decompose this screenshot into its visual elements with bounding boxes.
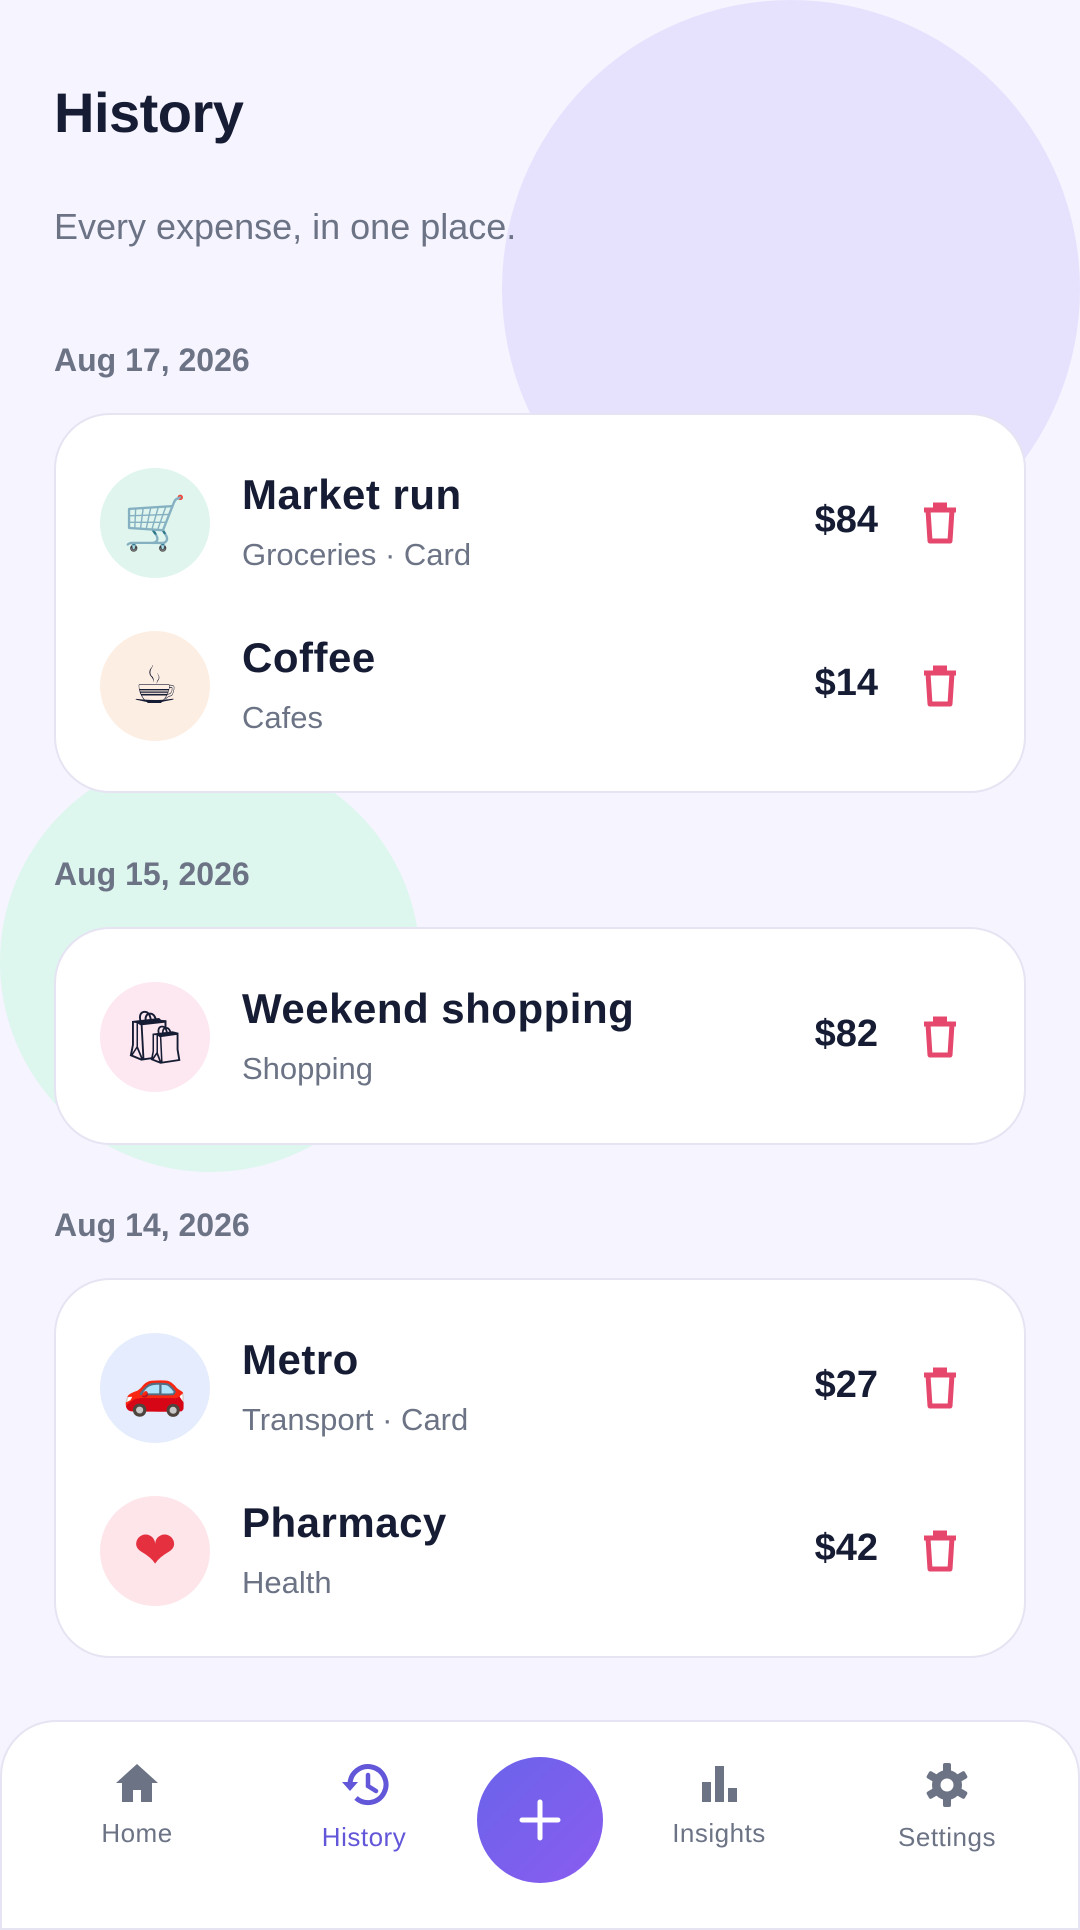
home-icon xyxy=(116,1764,158,1802)
date-header: Aug 14, 2026 xyxy=(54,1207,250,1243)
date-header: Aug 15, 2026 xyxy=(54,856,250,892)
expense-category: Cafes xyxy=(242,700,323,735)
expense-title: Pharmacy xyxy=(242,1499,447,1546)
expense-category: Transport · Card xyxy=(242,1402,469,1437)
expense-amount: $14 xyxy=(814,662,878,704)
expense-row[interactable]: 🛒 Market run Groceries · Card $84 xyxy=(56,441,1024,604)
shopping-bags-icon: 🛍 xyxy=(100,982,210,1092)
expense-group-card: 🛒 Market run Groceries · Card $84 ☕ Coff… xyxy=(54,413,1026,793)
gear-icon xyxy=(926,1763,968,1807)
expense-title: Market run xyxy=(242,471,462,518)
nav-label: Insights xyxy=(672,1818,766,1848)
nav-item-insights[interactable]: Insights xyxy=(629,1762,809,1882)
expense-amount: $42 xyxy=(814,1527,878,1569)
expense-amount: $82 xyxy=(814,1013,878,1055)
nav-item-home[interactable]: Home xyxy=(47,1762,227,1882)
history-icon xyxy=(342,1764,389,1806)
trash-icon xyxy=(924,1367,956,1409)
expense-group-card: 🛍 Weekend shopping Shopping $82 xyxy=(54,927,1026,1145)
car-icon: 🚗 xyxy=(100,1333,210,1443)
expense-group-card: 🚗 Metro Transport · Card $27 ❤ Pharmacy … xyxy=(54,1278,1026,1658)
shopping-cart-icon: 🛒 xyxy=(100,468,210,578)
plus-icon xyxy=(519,1799,561,1841)
nav-label: Settings xyxy=(898,1822,996,1852)
nav-item-history[interactable]: History xyxy=(274,1762,454,1882)
trash-icon xyxy=(924,665,956,707)
expense-row[interactable]: 🚗 Metro Transport · Card $27 xyxy=(56,1306,1024,1469)
expense-amount: $84 xyxy=(814,499,878,541)
heart-icon: ❤ xyxy=(100,1496,210,1606)
trash-icon xyxy=(924,1016,956,1058)
nav-label: History xyxy=(321,1822,407,1852)
delete-button[interactable] xyxy=(910,1521,970,1581)
nav-label: Home xyxy=(101,1818,173,1848)
add-expense-button[interactable] xyxy=(477,1757,603,1883)
expense-category: Groceries · Card xyxy=(242,537,472,572)
bar-chart-icon xyxy=(702,1766,737,1802)
expense-title: Coffee xyxy=(242,634,376,681)
expense-title: Metro xyxy=(242,1336,359,1383)
expense-row[interactable]: ☕ Coffee Cafes $14 xyxy=(56,604,1024,767)
delete-button[interactable] xyxy=(910,493,970,553)
trash-icon xyxy=(924,1530,956,1572)
page-title: History xyxy=(54,81,244,144)
nav-item-settings[interactable]: Settings xyxy=(857,1762,1037,1882)
expense-amount: $27 xyxy=(814,1364,878,1406)
page-subtitle: Every expense, in one place. xyxy=(54,206,517,247)
delete-button[interactable] xyxy=(910,1007,970,1067)
delete-button[interactable] xyxy=(910,1358,970,1418)
delete-button[interactable] xyxy=(910,656,970,716)
expense-category: Health xyxy=(242,1565,332,1600)
coffee-cup-icon: ☕ xyxy=(100,631,210,741)
expense-title: Weekend shopping xyxy=(242,985,635,1032)
expense-row[interactable]: ❤ Pharmacy Health $42 xyxy=(56,1469,1024,1632)
trash-icon xyxy=(924,502,956,544)
date-header: Aug 17, 2026 xyxy=(54,342,250,378)
expense-row[interactable]: 🛍 Weekend shopping Shopping $82 xyxy=(56,955,1024,1118)
expense-category: Shopping xyxy=(242,1051,374,1086)
